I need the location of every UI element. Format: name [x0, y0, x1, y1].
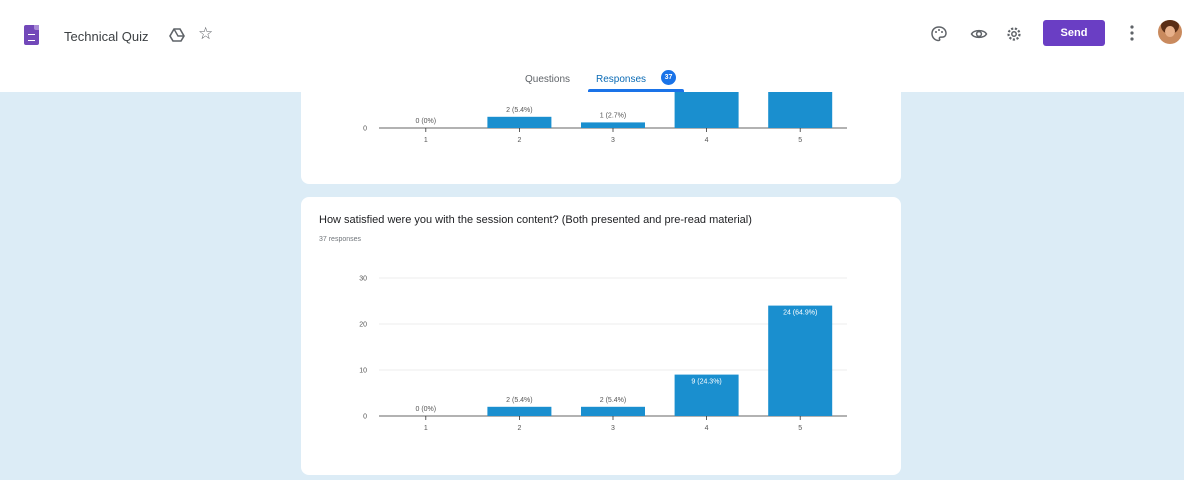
- forms-logo-icon[interactable]: [24, 25, 39, 45]
- question-card-satisfaction: How satisfied were you with the session …: [301, 197, 901, 475]
- bar: [768, 92, 833, 128]
- question-card-previous: 0 1 0 (0%) 2 2 (5.4%) 3 1 (2.7%) 4 5: [301, 92, 901, 184]
- bar-data-label: 0 (0%): [415, 118, 436, 125]
- bar-data-label: 2 (5.4%): [506, 397, 532, 404]
- response-count: 37 responses: [319, 236, 362, 243]
- avatar[interactable]: [1158, 20, 1182, 44]
- tab-responses[interactable]: Responses: [596, 74, 646, 85]
- x-tick-label: 4: [705, 425, 709, 432]
- responses-count-badge: 37: [661, 70, 676, 85]
- document-title[interactable]: Technical Quiz: [64, 29, 149, 44]
- settings-icon[interactable]: [1005, 25, 1023, 43]
- x-tick-label: 3: [611, 425, 615, 432]
- y-tick-label: 0: [363, 414, 367, 421]
- preview-icon[interactable]: [970, 25, 988, 43]
- bar-data-label: 2 (5.4%): [506, 107, 532, 114]
- drive-icon[interactable]: [169, 27, 185, 43]
- tab-questions[interactable]: Questions: [525, 74, 570, 85]
- x-tick-label: 1: [424, 425, 428, 432]
- star-icon[interactable]: ☆: [198, 25, 213, 42]
- x-tick-label: 2: [517, 425, 521, 432]
- x-tick-label: 4: [705, 137, 709, 144]
- bar-data-label: 9 (24.3%): [691, 379, 721, 386]
- y-tick-label: 0: [363, 126, 367, 133]
- form-tabs: Questions Responses 37: [0, 68, 1184, 92]
- top-bar: Technical Quiz ☆ Send: [0, 0, 1184, 68]
- y-tick-label: 30: [359, 276, 367, 283]
- y-tick-label: 10: [359, 368, 367, 375]
- response-bar-chart-previous: 0 1 0 (0%) 2 2 (5.4%) 3 1 (2.7%) 4 5: [363, 92, 847, 144]
- bar: [674, 92, 739, 128]
- bar-data-label: 0 (0%): [415, 406, 436, 413]
- send-button[interactable]: Send: [1043, 20, 1105, 46]
- palette-icon[interactable]: [930, 25, 948, 43]
- x-tick-label: 2: [517, 137, 521, 144]
- bar: [581, 122, 645, 128]
- bar-data-label: 24 (64.9%): [783, 310, 817, 317]
- bar: [487, 116, 552, 128]
- x-tick-label: 5: [798, 425, 802, 432]
- y-tick-label: 20: [359, 322, 367, 329]
- x-tick-label: 5: [798, 137, 802, 144]
- bar-data-label: 2 (5.4%): [600, 397, 626, 404]
- bar-data-label: 1 (2.7%): [600, 112, 626, 119]
- x-tick-label: 3: [611, 137, 615, 144]
- bar: [581, 406, 645, 416]
- bar: [768, 305, 833, 416]
- response-bar-chart-satisfaction: 0 10 20 30 1 0 (0%) 2 2 (5.4%) 3 2 (5.4%) 4 9 (24.3…: [359, 276, 847, 432]
- bar: [487, 406, 552, 416]
- x-tick-label: 1: [424, 137, 428, 144]
- more-vert-icon[interactable]: [1130, 24, 1134, 42]
- question-title: How satisfied were you with the session …: [319, 214, 752, 226]
